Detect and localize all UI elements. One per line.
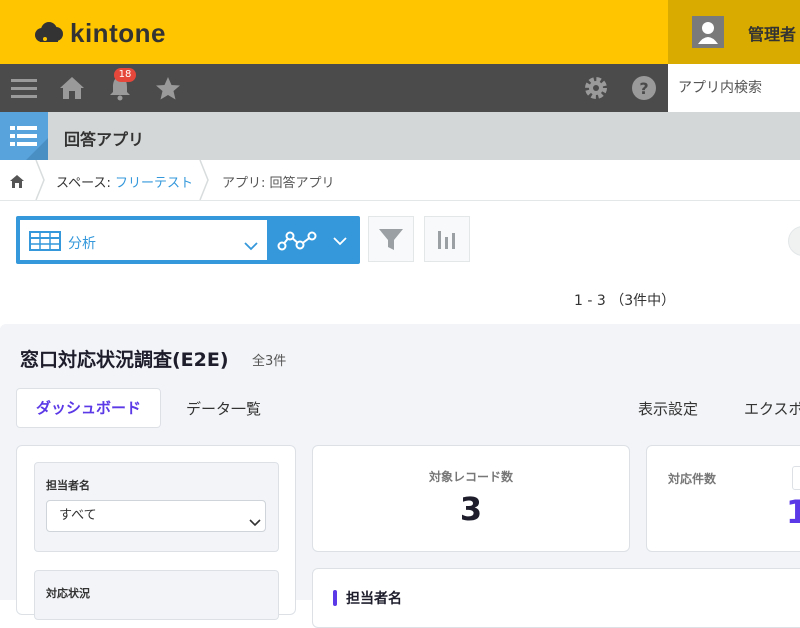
breadcrumb-space-prefix: スペース: bbox=[56, 176, 115, 191]
kpi-card bbox=[646, 445, 800, 552]
chevron-down-icon bbox=[249, 512, 261, 531]
filter-button[interactable] bbox=[368, 216, 414, 262]
funnel-icon bbox=[379, 229, 403, 250]
kintone-logo[interactable]: kintone bbox=[34, 18, 166, 48]
breadcrumb-separator-icon bbox=[199, 160, 209, 200]
notification-badge: 18 bbox=[114, 68, 136, 82]
assignee-select[interactable]: すべて bbox=[46, 500, 266, 532]
tab-data-list[interactable]: データ一覧 bbox=[186, 398, 261, 419]
filter-label: 対応状況 bbox=[46, 587, 90, 600]
kpi-value: 3 bbox=[459, 490, 483, 528]
assignee-select-value: すべて bbox=[59, 508, 97, 523]
section-accent bbox=[333, 590, 337, 606]
kpi-value: 1 bbox=[786, 493, 800, 531]
tab-dashboard[interactable]: ダッシュボード bbox=[16, 388, 161, 428]
view-name: 分析 bbox=[68, 236, 96, 252]
pagination-info: 1 - 3 （3件中） bbox=[574, 293, 676, 309]
display-settings-button[interactable]: 表示設定 bbox=[638, 398, 698, 419]
kpi-label: 対応件数 bbox=[668, 472, 717, 486]
username[interactable]: 管理者 bbox=[748, 21, 796, 45]
section-title: 担当者名 bbox=[346, 591, 402, 607]
export-button[interactable]: エクスポ bbox=[744, 398, 800, 419]
portal-home-icon[interactable] bbox=[10, 173, 24, 192]
chevron-down-icon bbox=[244, 236, 258, 255]
breadcrumb-space-link[interactable]: フリーテスト bbox=[115, 176, 193, 191]
app-title: 回答アプリ bbox=[64, 130, 145, 149]
svg-text:?: ? bbox=[639, 79, 648, 98]
add-record-button[interactable] bbox=[788, 226, 800, 256]
graph-settings-button[interactable] bbox=[424, 216, 470, 262]
bar-chart-icon bbox=[438, 231, 455, 249]
kpi-label: 対象レコード数 bbox=[428, 470, 513, 484]
filter-label: 担当者名 bbox=[46, 479, 90, 492]
total-count: 全3件 bbox=[252, 354, 287, 369]
app-search-input[interactable] bbox=[668, 64, 800, 112]
table-view-icon bbox=[29, 231, 61, 255]
menu-icon[interactable] bbox=[8, 72, 40, 104]
logo-text: kintone bbox=[70, 17, 166, 48]
kpi-toggle[interactable] bbox=[792, 466, 800, 490]
breadcrumb-app: アプリ: 回答アプリ bbox=[222, 176, 335, 191]
survey-title: 窓口対応状況調査(E2E) bbox=[20, 349, 229, 371]
graph-icon bbox=[277, 231, 347, 251]
star-icon[interactable] bbox=[152, 72, 184, 104]
breadcrumb-space[interactable]: スペース: フリーテスト bbox=[56, 172, 193, 191]
help-icon[interactable]: ? bbox=[628, 72, 660, 104]
cloud-logo-icon bbox=[35, 22, 63, 42]
breadcrumb-separator-icon bbox=[35, 160, 45, 200]
graph-view-button[interactable] bbox=[268, 216, 360, 264]
gear-icon[interactable] bbox=[580, 72, 612, 104]
app-list-icon[interactable] bbox=[0, 112, 48, 160]
home-icon[interactable] bbox=[56, 72, 88, 104]
user-avatar-icon[interactable] bbox=[692, 16, 724, 48]
